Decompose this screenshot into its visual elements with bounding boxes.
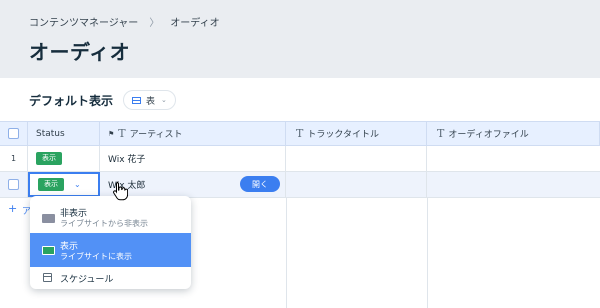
hidden-swatch-icon	[42, 214, 55, 223]
column-header-label: トラックタイトル	[307, 130, 379, 140]
status-option-hidden[interactable]: 非表示 ライブサイトから非表示	[30, 201, 191, 233]
option-description: ライブサイトに表示	[60, 252, 132, 261]
column-header-status[interactable]: Status	[28, 122, 100, 145]
text-type-icon: T	[118, 127, 126, 140]
status-option-schedule[interactable]: スケジュール	[30, 268, 191, 288]
chevron-down-icon: ⌄	[161, 96, 167, 104]
row-number: 1	[10, 154, 17, 163]
view-bar: デフォルト表示 表 ⌄	[29, 90, 176, 110]
open-item-button[interactable]: 開く	[240, 176, 280, 192]
table-row[interactable]: 1 表示 Wix 花子	[0, 146, 600, 172]
audio-file-cell[interactable]	[427, 172, 600, 197]
visible-swatch-icon	[42, 246, 55, 255]
breadcrumb-parent-link[interactable]: コンテンツマネージャー	[29, 14, 138, 29]
row-number-cell: 1	[0, 146, 28, 171]
chevron-right-icon: 〉	[149, 18, 160, 29]
view-layout-select[interactable]: 表 ⌄	[123, 90, 176, 110]
column-header-track-title[interactable]: T トラックタイトル	[286, 122, 427, 145]
text-type-icon: T	[296, 127, 304, 140]
page-title: オーディオ	[29, 40, 131, 64]
option-description: ライブサイトから非表示	[60, 219, 148, 228]
chevron-down-icon[interactable]: ⌄	[74, 180, 81, 189]
hand-pointer-cursor-icon	[113, 182, 128, 201]
status-badge: 表示	[38, 178, 64, 191]
status-cell-editing[interactable]: 表示 ⌄	[28, 172, 100, 197]
column-header-label: オーディオファイル	[448, 130, 529, 140]
column-header-artist[interactable]: ⚑ T アーティスト	[100, 122, 286, 145]
audio-file-cell[interactable]	[427, 146, 600, 171]
table-icon	[132, 96, 142, 104]
table-row[interactable]: 表示 ⌄ Wix 太郎 開く	[0, 172, 600, 198]
text-type-icon: T	[437, 127, 445, 140]
flag-icon: ⚑	[108, 129, 115, 138]
row-checkbox[interactable]	[8, 179, 19, 190]
row-select-cell	[0, 172, 28, 197]
column-header-audio-file[interactable]: T オーディオファイル	[427, 122, 600, 145]
status-badge: 表示	[36, 152, 62, 165]
track-title-cell[interactable]	[286, 172, 427, 197]
page-header: コンテンツマネージャー 〉 オーディオ オーディオ	[0, 0, 600, 78]
table-header-row: Status ⚑ T アーティスト T トラックタイトル T オーディオファイル	[0, 121, 600, 146]
breadcrumb: コンテンツマネージャー 〉 オーディオ	[29, 14, 220, 29]
page: コンテンツマネージャー 〉 オーディオ オーディオ デフォルト表示 表 ⌄ St…	[0, 0, 600, 308]
breadcrumb-current: オーディオ	[170, 18, 220, 29]
artist-cell[interactable]: Wix 花子	[100, 146, 286, 171]
column-divider	[286, 197, 287, 308]
calendar-icon	[43, 273, 52, 282]
track-title-cell[interactable]	[286, 146, 427, 171]
view-title: デフォルト表示	[29, 93, 114, 108]
status-option-visible[interactable]: 表示 ライブサイトに表示	[30, 233, 191, 267]
artist-value: Wix 花子	[108, 155, 146, 165]
column-header-label: Status	[36, 128, 65, 139]
column-header-label: アーティスト	[129, 130, 183, 140]
plus-icon: +	[8, 202, 18, 215]
view-layout-label: 表	[146, 96, 156, 107]
select-all-cell	[0, 122, 28, 145]
status-dropdown-menu: 非表示 ライブサイトから非表示 表示 ライブサイトに表示 スケジュール	[30, 196, 191, 289]
option-label: スケジュール	[60, 275, 114, 285]
column-divider	[427, 197, 428, 308]
status-cell[interactable]: 表示	[28, 146, 100, 171]
select-all-checkbox[interactable]	[8, 128, 19, 139]
